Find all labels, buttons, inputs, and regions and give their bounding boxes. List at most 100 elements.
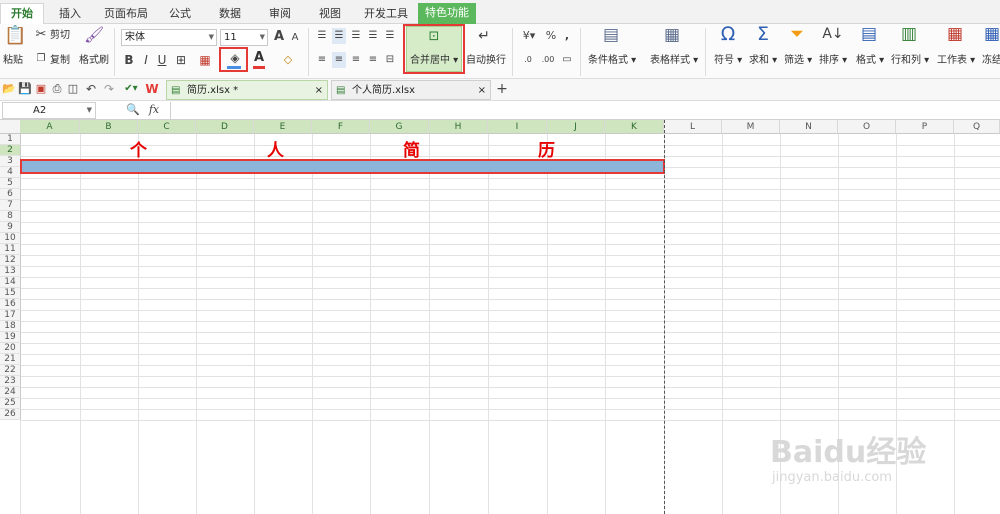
format-icon[interactable]: ▤ [858,26,880,50]
pdf-icon[interactable]: ▣ [34,81,48,97]
column-header-n[interactable]: N [780,120,838,134]
row-header-3[interactable]: 3 [0,156,21,167]
font-grow-icon[interactable]: A [272,29,286,45]
freeze-icon[interactable]: ▦ [984,26,1000,50]
filter-button[interactable]: 筛选 ▾ [784,55,812,67]
border-icon[interactable]: ⊞ [174,52,188,68]
copy-button[interactable]: 复制 [50,55,70,67]
column-header-a[interactable]: A [20,120,80,134]
formula-input[interactable] [170,102,998,119]
increase-decimal-icon[interactable]: .0 [520,52,536,68]
wrap-text-button[interactable]: 自动换行 [466,55,506,67]
row-header-26[interactable]: 26 [0,409,21,420]
font-size-select[interactable]: 11 ▼ [220,29,268,46]
tab-data[interactable]: 数据 [210,4,250,24]
column-header-g[interactable]: G [370,120,429,134]
row-header-16[interactable]: 16 [0,299,21,310]
font-name-select[interactable]: 宋体 ▼ [121,29,217,46]
row-header-2[interactable]: 2 [0,145,21,156]
conditional-format-button[interactable]: 条件格式 ▾ [588,55,636,67]
row-header-10[interactable]: 10 [0,233,21,244]
print-preview-icon[interactable]: ◫ [66,81,80,97]
scissors-icon[interactable]: ✂ [34,27,48,43]
tab-home[interactable]: 开始 [0,3,44,25]
column-header-m[interactable]: M [722,120,780,134]
table-style-icon[interactable]: ▦ [661,27,683,49]
font-shrink-icon[interactable]: A [289,30,301,46]
row-header-1[interactable]: 1 [0,134,21,145]
spreadsheet-grid[interactable]: ABCDEFGHIJKLMNOPQ 1 2 3 4 5 6 7 8 9 10 11 12 13 14 15 1… [0,120,1000,514]
selected-merged-cell-a2[interactable] [20,159,665,174]
align-middle-icon[interactable]: ☰ [332,28,346,44]
row-header-24[interactable]: 24 [0,387,21,398]
column-header-p[interactable]: P [896,120,954,134]
tab-insert[interactable]: 插入 [50,4,90,24]
wrap-text-icon[interactable]: ↵ [474,28,494,48]
open-folder-icon[interactable]: 📂 [2,81,16,97]
column-header-e[interactable]: E [254,120,312,134]
format-painter-button[interactable]: 格式刷 [79,55,109,67]
row-col-icon[interactable]: ▥ [898,26,920,50]
number-format-icon[interactable]: ¥▾ [520,28,538,44]
row-header-14[interactable]: 14 [0,277,21,288]
row-header-17[interactable]: 17 [0,310,21,321]
tab-special-features[interactable]: 特色功能 [418,3,476,24]
copy-icon[interactable]: ❐ [34,51,48,67]
decrease-decimal-icon[interactable]: .00 [540,52,556,68]
font-color-icon[interactable]: A [252,50,266,66]
freeze-button[interactable]: 冻结 [982,55,1000,67]
align-left-icon[interactable]: ≡ [315,52,329,68]
row-header-5[interactable]: 5 [0,178,21,189]
customize-icon[interactable]: ✔▾ [124,81,138,97]
column-header-i[interactable]: I [488,120,547,134]
tab-review[interactable]: 审阅 [260,4,300,24]
name-box[interactable]: A2 ▼ [2,102,96,119]
align-bottom-icon[interactable]: ☰ [349,28,363,44]
select-all-corner[interactable] [0,120,21,134]
save-icon[interactable]: 💾 [18,81,32,97]
bold-button[interactable]: B [123,52,135,68]
tab-developer[interactable]: 开发工具 [358,4,414,24]
align-top-icon[interactable]: ☰ [315,28,329,44]
zoom-icon[interactable]: 🔍 [126,102,140,118]
row-header-6[interactable]: 6 [0,189,21,200]
distributed-icon[interactable]: ⊟ [383,52,397,68]
format-button[interactable]: 格式 ▾ [856,55,884,67]
row-col-button[interactable]: 行和列 ▾ [891,55,929,67]
clear-format-icon[interactable]: ◇ [281,52,295,68]
close-icon[interactable]: × [315,81,323,100]
row-header-7[interactable]: 7 [0,200,21,211]
row-header-20[interactable]: 20 [0,343,21,354]
worksheet-button[interactable]: 工作表 ▾ [937,55,975,67]
underline-button[interactable]: U [156,52,168,68]
column-header-h[interactable]: H [429,120,488,134]
symbol-icon[interactable]: Ω [717,25,739,50]
column-header-b[interactable]: B [80,120,138,134]
column-header-c[interactable]: C [138,120,196,134]
format-painter-icon[interactable]: 🖌 [84,27,104,49]
sum-icon[interactable]: Σ [752,25,774,50]
column-header-d[interactable]: D [196,120,254,134]
new-tab-icon[interactable]: + [495,81,509,97]
row-header-15[interactable]: 15 [0,288,21,299]
indent-icon[interactable]: ☰ [366,28,380,44]
tab-page-layout[interactable]: 页面布局 [98,4,154,24]
column-header-j[interactable]: J [547,120,605,134]
row-header-13[interactable]: 13 [0,266,21,277]
sort-icon[interactable]: A↓ [822,26,844,50]
doc-tab-personal-resume[interactable]: ▤ 个人简历.xlsx × [331,80,491,100]
percent-button[interactable]: % [545,28,557,44]
cell-style-icon[interactable]: ▦ [198,52,212,68]
row-header-4[interactable]: 4 [0,167,21,178]
row-header-22[interactable]: 22 [0,365,21,376]
tab-view[interactable]: 视图 [310,4,350,24]
row-header-18[interactable]: 18 [0,321,21,332]
doc-tab-resume[interactable]: ▤ 简历.xlsx * × [166,80,328,100]
number-type-icon[interactable]: ▭ [560,52,574,68]
function-icon[interactable]: fx [146,102,162,118]
row-header-11[interactable]: 11 [0,244,21,255]
tab-formula[interactable]: 公式 [160,4,200,24]
worksheet-icon[interactable]: ▦ [944,26,966,50]
sort-button[interactable]: 排序 ▾ [819,55,847,67]
row-header-21[interactable]: 21 [0,354,21,365]
